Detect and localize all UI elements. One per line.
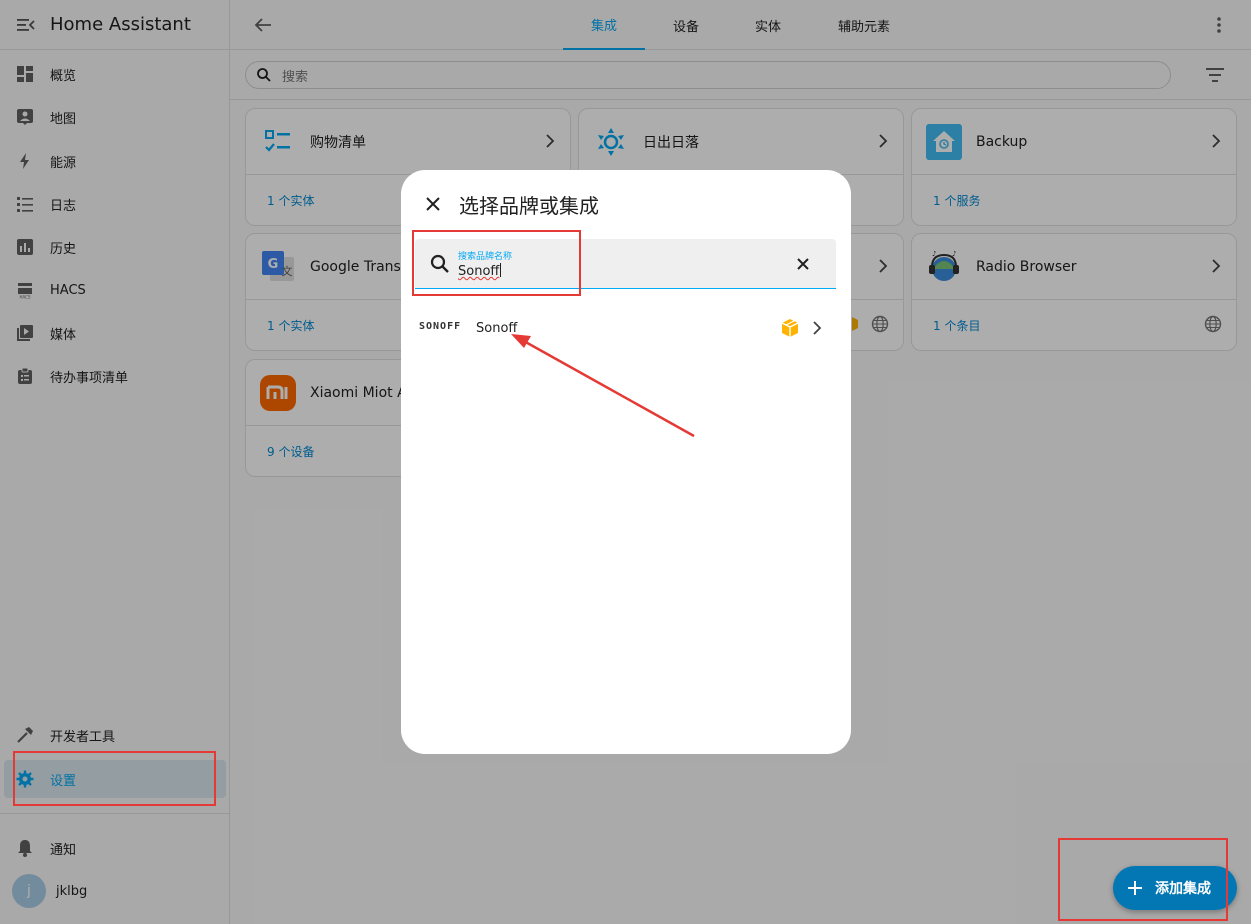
cube-icon [781, 319, 799, 337]
close-icon[interactable] [423, 194, 443, 214]
result-name: Sonoff [476, 320, 518, 336]
chevron-right-icon[interactable] [810, 320, 824, 336]
sonoff-logo: SONOFF [419, 321, 462, 332]
annotation-box-fab [1058, 838, 1228, 921]
brand-result-sonoff[interactable]: SONOFF Sonoff [415, 310, 836, 346]
annotation-box-settings [13, 751, 216, 806]
clear-icon[interactable] [794, 255, 812, 273]
dialog-title: 选择品牌或集成 [459, 194, 599, 218]
annotation-box-search [412, 230, 581, 296]
